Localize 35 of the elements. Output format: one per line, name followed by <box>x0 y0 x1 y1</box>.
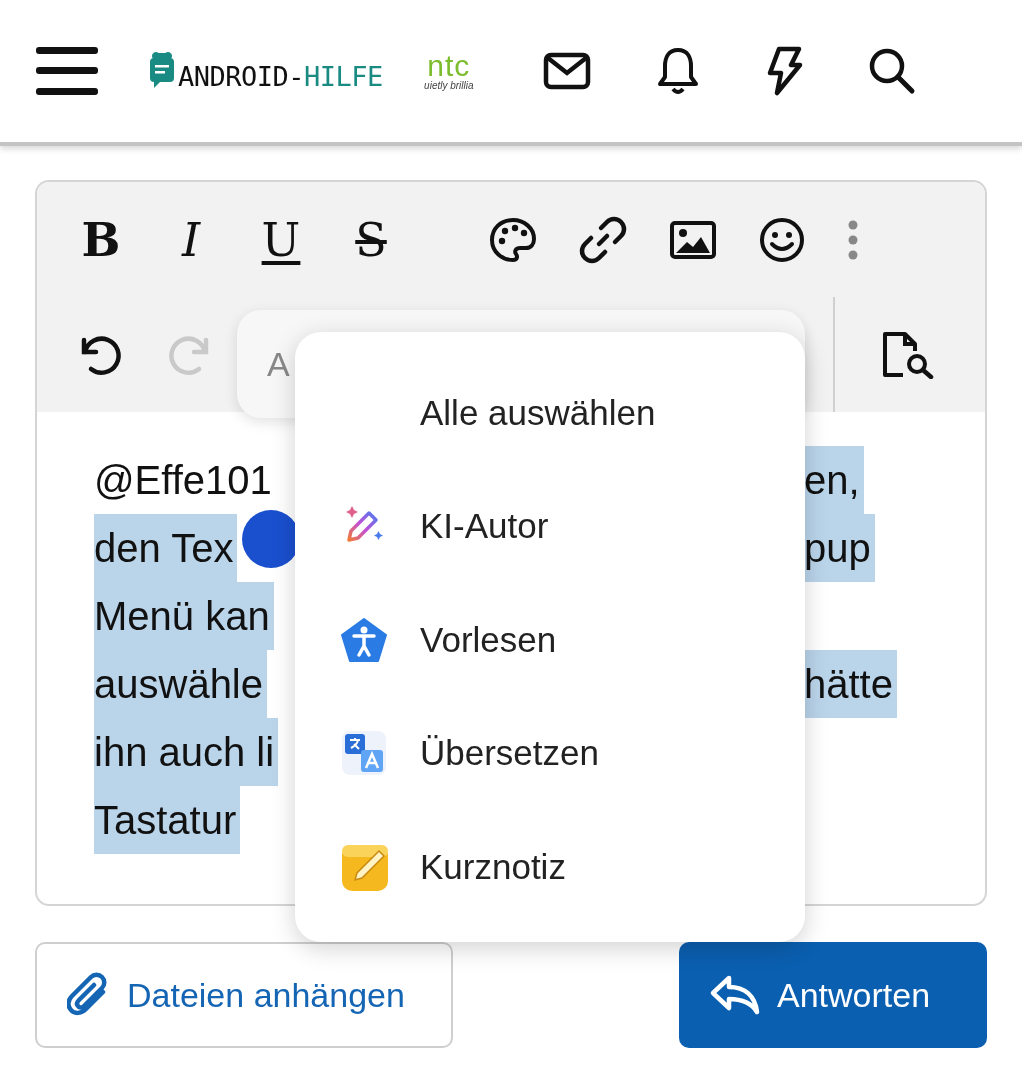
reply-icon <box>709 974 761 1016</box>
menu-icon[interactable] <box>36 45 98 97</box>
translate-icon <box>341 730 387 777</box>
partner-logo: ntc uietly brillia <box>423 51 475 91</box>
message-text: auswähle <box>94 650 267 718</box>
message-text: den Tex <box>94 514 238 582</box>
message-text: hätte <box>804 650 897 718</box>
smiley-icon[interactable] <box>759 216 805 263</box>
menu-item[interactable]: KI-Autor <box>295 469 805 583</box>
message-text: Menü kan <box>94 582 274 650</box>
message-text: @Effe101 <box>94 457 272 504</box>
menu-item[interactable]: Übersetzen <box>295 696 805 810</box>
reply-button[interactable]: Antworten <box>679 942 987 1048</box>
palette-icon[interactable] <box>489 216 537 263</box>
attach-files-button[interactable]: Dateien anhängen <box>35 942 453 1048</box>
image-icon[interactable] <box>669 219 717 260</box>
format-button[interactable]: S <box>347 216 395 263</box>
menu-item[interactable]: Vorlesen <box>295 583 805 697</box>
menu-item[interactable]: Kurznotiz <box>295 810 805 924</box>
preview-icon[interactable] <box>881 330 935 379</box>
message-text: pup <box>804 514 875 582</box>
message-text: ihn auch li <box>94 718 279 786</box>
link-icon[interactable] <box>579 215 627 264</box>
accessibility-icon <box>341 617 387 662</box>
mail-icon[interactable] <box>542 52 591 90</box>
menu-item[interactable]: Alle auswählen <box>295 356 805 470</box>
search-icon[interactable] <box>867 47 916 95</box>
format-button[interactable]: I <box>167 216 215 263</box>
site-logo[interactable]: ANDROID-HILFE <box>178 60 383 92</box>
format-button[interactable]: U <box>257 216 305 263</box>
message-text: en, <box>804 446 864 514</box>
bell-icon[interactable] <box>655 46 700 96</box>
format-button[interactable]: B <box>77 216 125 263</box>
message-text: Tastatur <box>94 786 241 854</box>
more-icon[interactable] <box>847 219 859 260</box>
